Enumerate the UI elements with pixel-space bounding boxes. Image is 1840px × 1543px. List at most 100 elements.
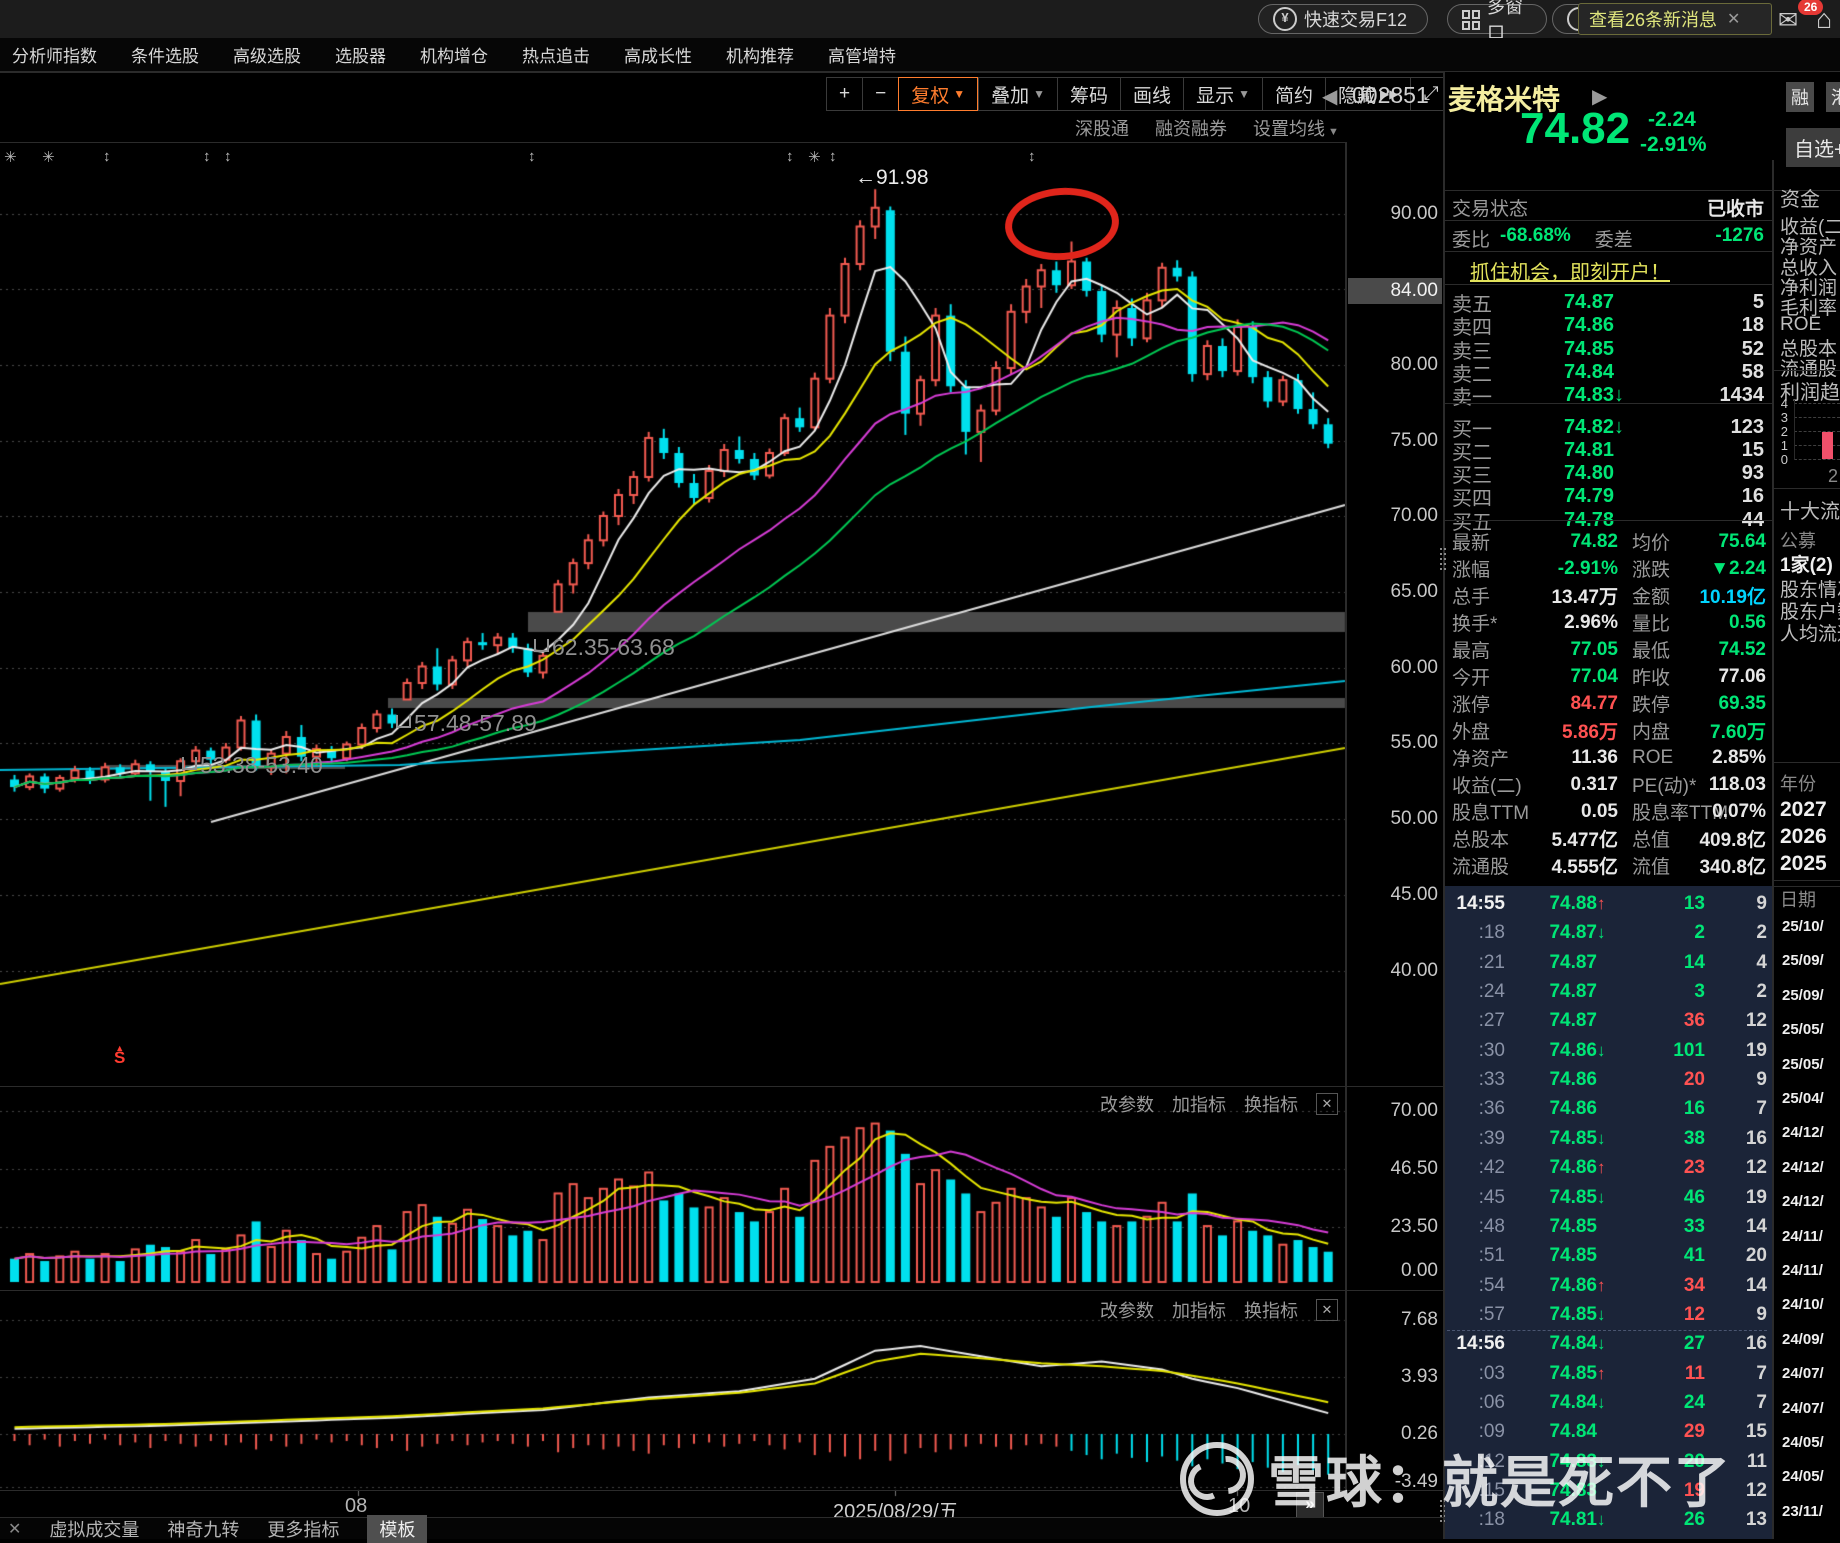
notification-toast[interactable]: 查看26条新消息 ✕ (1578, 3, 1772, 35)
stat-label: 股息率TTM (1632, 803, 1729, 824)
stat-value: 0.56 (1729, 611, 1766, 633)
mini-axis-label: 0 (1780, 452, 1788, 467)
date-item[interactable]: 24/07/ (1782, 1400, 1824, 1417)
date-item[interactable]: 24/07/ (1782, 1365, 1824, 1382)
tick-price: 74.86 (1549, 1039, 1597, 1061)
panel-action-换指标[interactable]: 换指标 (1244, 1091, 1298, 1117)
date-item[interactable]: 25/05/ (1782, 1021, 1824, 1038)
panel-action-改参数[interactable]: 改参数 (1100, 1091, 1154, 1117)
close-indicator-icon[interactable]: ✕ (8, 1519, 21, 1539)
tick-row[interactable]: 14:55 74.88 ↑ 13 9 (1447, 893, 1767, 915)
panel-action-换指标[interactable]: 换指标 (1244, 1297, 1298, 1323)
signal-marker: ▲ S (114, 1043, 126, 1067)
date-item[interactable]: 24/05/ (1782, 1434, 1824, 1451)
tick-row[interactable]: :21 74.87 14 4 (1447, 952, 1767, 974)
tick-row[interactable]: :54 74.86 ↑ 34 14 (1447, 1275, 1767, 1297)
stat-row: 外盘 5.86万 内盘 7.60万 (1452, 717, 1766, 744)
tick-row[interactable]: :09 74.84 29 15 (1447, 1421, 1767, 1443)
stat-label: 均价 (1632, 533, 1671, 554)
tick-row[interactable]: :42 74.86 ↑ 23 12 (1447, 1157, 1767, 1179)
tick-arrow-icon: ↓ (1597, 1510, 1606, 1530)
multi-window-button[interactable]: 多窗口 (1447, 0, 1547, 43)
home-icon[interactable]: ⌂ (1816, 4, 1832, 35)
panel-close-icon[interactable]: ✕ (1316, 1299, 1338, 1321)
tick-row[interactable]: :39 74.85 ↓ 38 16 (1447, 1128, 1767, 1150)
stat-value: 0.05 (1581, 800, 1618, 822)
tick-row[interactable]: :06 74.84 ↓ 24 7 (1447, 1392, 1767, 1414)
mini-gridline (1794, 431, 1840, 432)
tick-row[interactable]: :18 74.87 ↓ 2 2 (1447, 922, 1767, 944)
prev-stock-arrow[interactable]: ◀ (1322, 84, 1337, 109)
xaxis-label-10: 10 (1228, 1495, 1251, 1517)
stat-row: 总手 13.47万 金额 10.19亿 (1452, 582, 1766, 609)
tick-row[interactable]: :33 74.86 20 9 (1447, 1069, 1767, 1091)
tick-row[interactable]: :24 74.87 3 2 (1447, 981, 1767, 1003)
tick-row[interactable]: :48 74.85 33 14 (1447, 1216, 1767, 1238)
event-gear-icon: ✳ (808, 149, 821, 166)
dates-header: 日期 (1780, 890, 1816, 910)
date-item[interactable]: 24/10/ (1782, 1296, 1824, 1313)
tick-row[interactable]: :30 74.86 ↓ 101 19 (1447, 1040, 1767, 1062)
date-item[interactable]: 24/09/ (1782, 1331, 1824, 1348)
panel-resize-grip[interactable] (1440, 548, 1442, 550)
tab-virtual-volume[interactable]: 虚拟成交量 (49, 1516, 139, 1542)
tick-row[interactable]: :12 74.83 ↓ 20 11 (1447, 1451, 1767, 1473)
tick-row[interactable]: :45 74.85 ↓ 46 19 (1447, 1187, 1767, 1209)
year-item: 2026 (1780, 825, 1827, 848)
stat-label: 最新 (1452, 533, 1491, 554)
date-item[interactable]: 24/11/ (1782, 1228, 1823, 1245)
date-item[interactable]: 24/12/ (1782, 1159, 1824, 1176)
mail-icon[interactable]: ✉ (1778, 6, 1798, 35)
tick-row[interactable]: :36 74.86 16 7 (1447, 1098, 1767, 1120)
event-arrow-icon: ↕ (103, 148, 111, 165)
tick-price: 74.86 (1549, 1157, 1597, 1179)
tick-volume: 2 (1694, 922, 1705, 944)
date-item[interactable]: 25/09/ (1782, 952, 1824, 969)
stat-value: 74.82 (1570, 530, 1618, 552)
tick-row[interactable]: :03 74.85 ↑ 11 7 (1447, 1363, 1767, 1385)
tick-row[interactable]: 14:56 74.84 ↓ 27 16 (1447, 1333, 1767, 1355)
tick-row[interactable]: :15 74.83 19 12 (1447, 1480, 1767, 1502)
panel-action-改参数[interactable]: 改参数 (1100, 1297, 1154, 1323)
price-axis-label: 50.00 (1390, 808, 1438, 829)
date-item[interactable]: 25/05/ (1782, 1056, 1824, 1073)
stat-row: 总股本 5.477亿 总值 409.8亿 (1452, 825, 1766, 852)
tab-more-indicators[interactable]: 更多指标 (267, 1516, 339, 1542)
tick-row[interactable]: :57 74.85 ↓ 12 9 (1447, 1304, 1767, 1326)
price-axis-label: 60.00 (1390, 657, 1438, 678)
tick-row[interactable]: :51 74.85 41 20 (1447, 1245, 1767, 1267)
date-item[interactable]: 24/12/ (1782, 1193, 1824, 1210)
stat-value: 84.77 (1570, 692, 1618, 714)
date-item[interactable]: 23/11/ (1782, 1503, 1823, 1520)
tick-row[interactable]: :27 74.87 36 12 (1447, 1010, 1767, 1032)
date-item[interactable]: 24/12/ (1782, 1124, 1824, 1141)
price-axis-label: 70.00 (1390, 505, 1438, 526)
price-change-pct: -2.91% (1640, 133, 1707, 156)
notification-close-icon[interactable]: ✕ (1727, 9, 1740, 29)
panel-close-icon[interactable]: ✕ (1316, 1093, 1338, 1115)
multi-window-icon (1462, 10, 1480, 30)
panel-resize-grip-2[interactable] (1440, 1500, 1442, 1502)
tab-magic-nine[interactable]: 神奇九转 (167, 1516, 239, 1542)
date-item[interactable]: 25/04/ (1782, 1090, 1824, 1107)
date-item[interactable]: 24/11/ (1782, 1262, 1823, 1279)
tick-row[interactable]: :18 74.81 ↓ 26 13 (1447, 1509, 1767, 1531)
tab-template[interactable]: 模板 (367, 1514, 428, 1543)
tick-price: 74.85 (1549, 1362, 1597, 1384)
date-item[interactable]: 25/09/ (1782, 987, 1824, 1004)
panel-action-加指标[interactable]: 加指标 (1172, 1297, 1226, 1323)
tick-count: 9 (1756, 893, 1767, 914)
stat-value: 75.64 (1718, 530, 1766, 552)
expand-panel-button[interactable]: » (1296, 1492, 1324, 1518)
tick-price: 74.84 (1549, 1391, 1597, 1413)
margin-tag[interactable]: 融 (1786, 82, 1814, 112)
tick-volume: 38 (1683, 1127, 1705, 1149)
stat-label: 金额 (1632, 587, 1671, 608)
date-item[interactable]: 24/05/ (1782, 1468, 1824, 1485)
date-item[interactable]: 25/10/ (1782, 918, 1824, 935)
volume-axis-label: 23.50 (1390, 1216, 1438, 1237)
watchlist-button[interactable]: 自选+ (1786, 128, 1840, 167)
hk-tag[interactable]: 港 (1826, 82, 1840, 112)
panel-action-加指标[interactable]: 加指标 (1172, 1091, 1226, 1117)
open-account-promo-link[interactable]: 抓住机会，即刻开户！ (1470, 256, 1670, 285)
